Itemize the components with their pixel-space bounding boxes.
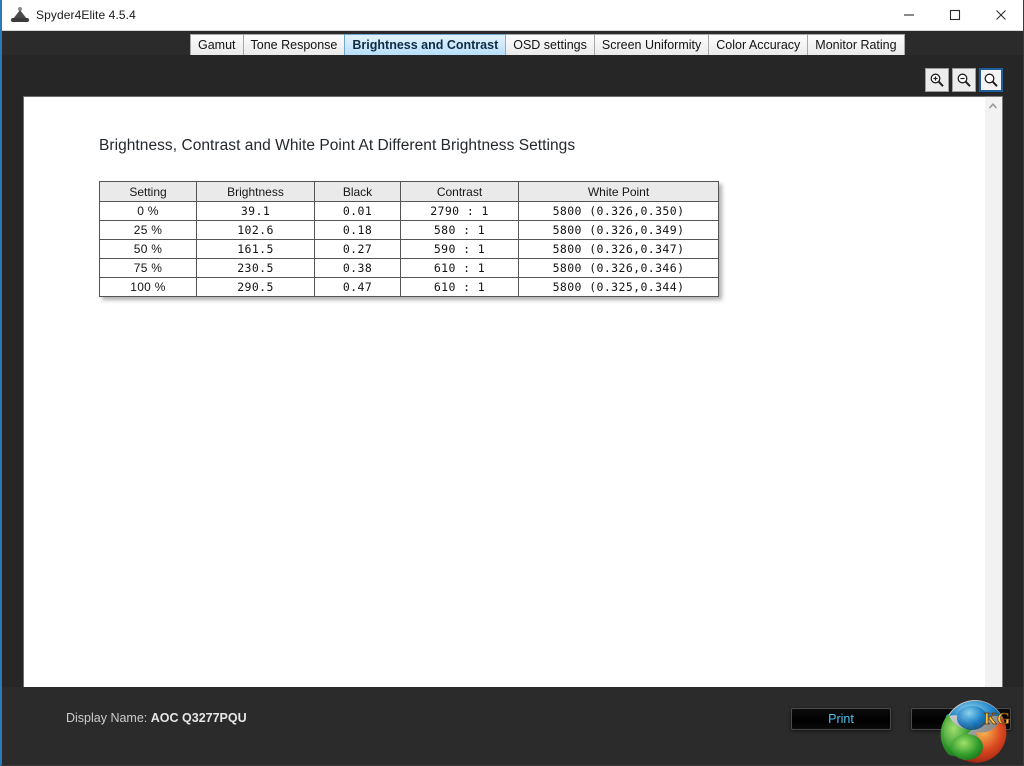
report-viewport: Brightness, Contrast and White Point At …: [23, 96, 1001, 733]
minimize-icon[interactable]: [886, 0, 932, 31]
magnifier-icon: [984, 73, 998, 87]
zoom-in-icon: [930, 73, 944, 87]
tab-tone-response[interactable]: Tone Response: [242, 34, 345, 55]
display-name: Display Name: AOC Q3277PQU: [66, 711, 247, 725]
zoom-fit-button[interactable]: [979, 68, 1003, 92]
report-page: Brightness, Contrast and White Point At …: [24, 97, 977, 655]
cell-black: 0.18: [314, 220, 401, 240]
cell-setting: 0 %: [99, 201, 197, 221]
cell-setting: 75 %: [99, 258, 197, 278]
table-row: 0 % 39.1 0.01 2790 : 1 5800 (0.326,0.350…: [99, 201, 719, 221]
column-header-white-point: White Point: [518, 181, 719, 202]
zoom-toolbar: [925, 68, 1003, 92]
tab-gamut[interactable]: Gamut: [190, 34, 243, 55]
tab-color-accuracy[interactable]: Color Accuracy: [708, 34, 808, 55]
cell-brightness: 102.6: [196, 220, 315, 240]
display-name-value: AOC Q3277PQU: [150, 711, 247, 725]
cell-contrast: 610 : 1: [400, 258, 519, 278]
cell-white-point: 5800 (0.326,0.349): [518, 220, 719, 240]
tab-brightness-and-contrast[interactable]: Brightness and Contrast: [344, 34, 506, 55]
tab-osd-settings[interactable]: OSD settings: [505, 34, 594, 55]
column-header-brightness: Brightness: [196, 181, 315, 202]
maximize-icon[interactable]: [932, 0, 978, 31]
brightness-contrast-table-wrapper: Setting Brightness Black Contrast White …: [99, 181, 719, 297]
display-name-label: Display Name:: [66, 711, 148, 725]
zoom-out-button[interactable]: [952, 68, 976, 92]
zoom-out-icon: [957, 73, 971, 87]
cell-brightness: 230.5: [196, 258, 315, 278]
cell-black: 0.38: [314, 258, 401, 278]
cell-setting: 100 %: [99, 277, 197, 297]
column-header-contrast: Contrast: [400, 181, 519, 202]
cell-contrast: 580 : 1: [400, 220, 519, 240]
spyder-report-window: Spyder4Elite 4.5.4 Gamut Tone Response B…: [0, 0, 1024, 766]
page-title: Brightness, Contrast and White Point At …: [99, 137, 576, 154]
tab-screen-uniformity[interactable]: Screen Uniformity: [593, 34, 709, 55]
window-controls: [886, 0, 1023, 31]
spyder-device-icon: [11, 6, 29, 24]
cell-black: 0.27: [314, 239, 401, 259]
zoom-in-button[interactable]: [925, 68, 949, 92]
cell-black: 0.47: [314, 277, 401, 297]
column-header-setting: Setting: [99, 181, 197, 202]
close-icon[interactable]: [978, 0, 1023, 31]
brightness-contrast-table: Setting Brightness Black Contrast White …: [99, 181, 719, 297]
footer-bar: Display Name: AOC Q3277PQU Print Close: [2, 687, 1023, 765]
scroll-up-icon[interactable]: [985, 97, 1001, 114]
cell-black: 0.01: [314, 201, 401, 221]
print-button[interactable]: Print: [791, 708, 891, 730]
cell-white-point: 5800 (0.326,0.350): [518, 201, 719, 221]
tab-monitor-rating[interactable]: Monitor Rating: [807, 34, 905, 55]
close-button[interactable]: Close: [911, 708, 1011, 730]
cell-brightness: 290.5: [196, 277, 315, 297]
table-row: 100 % 290.5 0.47 610 : 1 5800 (0.325,0.3…: [99, 277, 719, 297]
cell-contrast: 610 : 1: [400, 277, 519, 297]
table-row: 75 % 230.5 0.38 610 : 1 5800 (0.326,0.34…: [99, 258, 719, 278]
cell-setting: 25 %: [99, 220, 197, 240]
cell-contrast: 590 : 1: [400, 239, 519, 259]
table-row: 50 % 161.5 0.27 590 : 1 5800 (0.326,0.34…: [99, 239, 719, 259]
table-row: 25 % 102.6 0.18 580 : 1 5800 (0.326,0.34…: [99, 220, 719, 240]
cell-setting: 50 %: [99, 239, 197, 259]
cell-white-point: 5800 (0.326,0.346): [518, 258, 719, 278]
cell-contrast: 2790 : 1: [400, 201, 519, 221]
column-header-black: Black: [314, 181, 401, 202]
cell-brightness: 161.5: [196, 239, 315, 259]
cell-white-point: 5800 (0.325,0.344): [518, 277, 719, 297]
title-bar: Spyder4Elite 4.5.4: [2, 0, 1023, 31]
vertical-scrollbar[interactable]: [985, 96, 1003, 733]
table-header-row: Setting Brightness Black Contrast White …: [99, 181, 719, 202]
cell-brightness: 39.1: [196, 201, 315, 221]
report-body: Brightness, Contrast and White Point At …: [2, 55, 1023, 765]
window-title: Spyder4Elite 4.5.4: [36, 8, 136, 22]
cell-white-point: 5800 (0.326,0.347): [518, 239, 719, 259]
report-tabs: Gamut Tone Response Brightness and Contr…: [2, 31, 1023, 55]
